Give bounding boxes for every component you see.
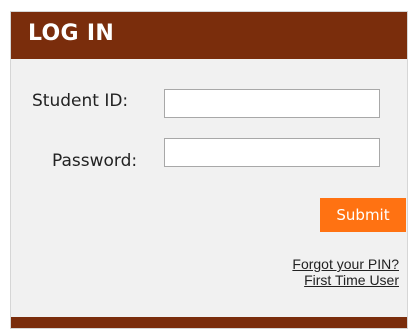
student-id-label: Student ID:	[32, 91, 129, 111]
first-time-user-link[interactable]: First Time User	[304, 272, 399, 288]
submit-button[interactable]: Submit	[320, 198, 406, 232]
login-header: LOG IN	[11, 12, 407, 59]
login-title: LOG IN	[28, 21, 115, 46]
student-id-input[interactable]	[164, 89, 380, 118]
forgot-pin-link[interactable]: Forgot your PIN?	[292, 256, 399, 272]
password-label: Password:	[52, 151, 138, 171]
password-input[interactable]	[164, 138, 380, 167]
login-panel: LOG IN Student ID: Password: Submit Forg…	[10, 11, 408, 329]
footer-bar	[11, 317, 407, 328]
